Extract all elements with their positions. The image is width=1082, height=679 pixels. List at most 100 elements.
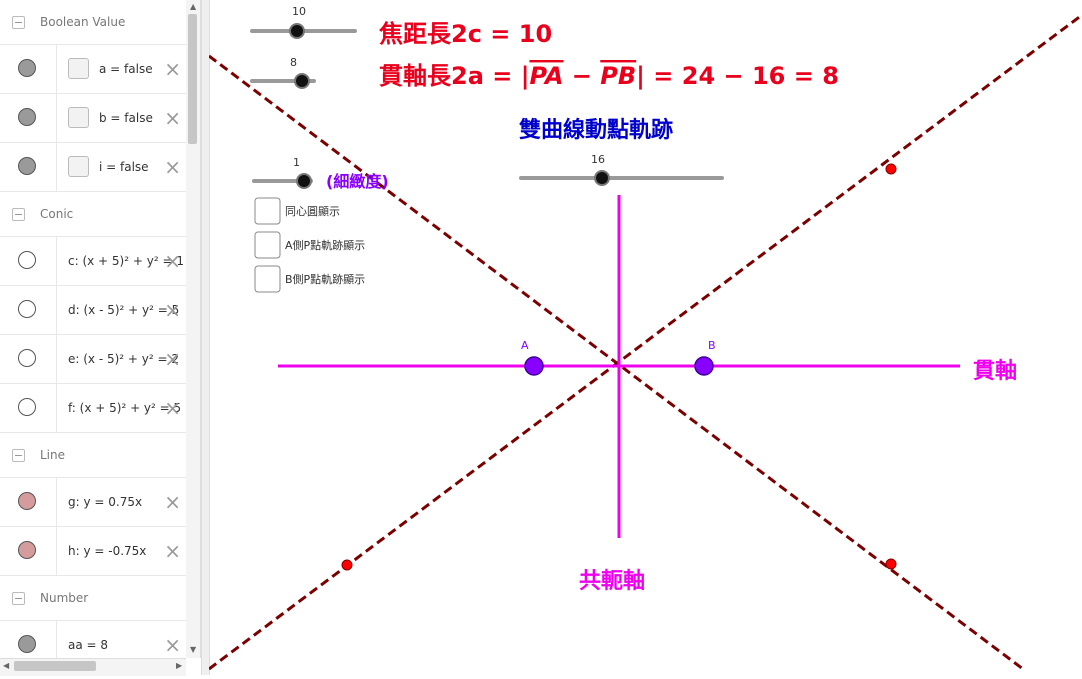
algebra-expression[interactable]: e: (x - 5)² + y² = 2 bbox=[68, 352, 179, 366]
marble-cell bbox=[0, 45, 57, 93]
algebra-item[interactable]: b = false × bbox=[0, 94, 186, 143]
visibility-toggle-icon[interactable] bbox=[18, 541, 36, 559]
segment-pa: PA bbox=[529, 62, 563, 90]
collapse-icon[interactable] bbox=[12, 592, 25, 605]
algebra-item[interactable]: f: (x + 5)² + y² = 5 × bbox=[0, 384, 186, 433]
delete-icon[interactable]: × bbox=[164, 251, 181, 271]
checkbox-a-side-trace-label: A側P點軌跡顯示 bbox=[285, 238, 365, 252]
scroll-left-icon[interactable]: ◀ bbox=[3, 662, 9, 670]
visibility-toggle-icon[interactable] bbox=[18, 300, 36, 318]
delete-icon[interactable]: × bbox=[164, 492, 181, 512]
collapse-icon[interactable] bbox=[12, 449, 25, 462]
checkbox-b-side-trace-label: B側P點軌跡顯示 bbox=[285, 272, 365, 286]
group-name: Number bbox=[40, 591, 89, 605]
asymptote-line-g[interactable] bbox=[208, 13, 1082, 671]
delete-icon[interactable]: × bbox=[164, 157, 181, 177]
delete-icon[interactable]: × bbox=[164, 635, 181, 655]
boolean-checkbox[interactable] bbox=[68, 156, 89, 177]
algebra-item[interactable]: e: (x - 5)² + y² = 2 × bbox=[0, 335, 186, 384]
algebra-expression[interactable]: i = false bbox=[99, 160, 149, 174]
marble-cell bbox=[0, 286, 57, 334]
algebra-item[interactable]: h: y = -0.75x × bbox=[0, 527, 186, 576]
graphics-view[interactable]: A B 10 8 1 16 焦距長2c = 10 貫軸長2a = |PA − P… bbox=[208, 0, 1082, 675]
checkbox-a-side-trace[interactable]: A側P點軌跡顯示 bbox=[254, 231, 365, 259]
checkbox-concentric-circles-label: 同心圓顯示 bbox=[285, 205, 340, 218]
group-header-number[interactable]: Number bbox=[0, 576, 186, 621]
point-b[interactable] bbox=[694, 356, 714, 376]
visibility-toggle-icon[interactable] bbox=[18, 349, 36, 367]
asymptote-point[interactable] bbox=[885, 163, 897, 175]
algebra-view: Boolean Value a = false × b = false × i = fal… bbox=[0, 0, 187, 658]
slider-pa[interactable]: 16 bbox=[519, 153, 724, 186]
algebra-item[interactable]: g: y = 0.75x × bbox=[0, 478, 186, 527]
slider-a-value: 8 bbox=[290, 56, 297, 69]
marble-cell bbox=[0, 94, 57, 142]
marble-cell bbox=[0, 478, 57, 526]
asymptote-point[interactable] bbox=[885, 558, 897, 570]
delete-icon[interactable]: × bbox=[164, 398, 181, 418]
point-a-label: A bbox=[521, 339, 529, 352]
slider-c-value: 10 bbox=[292, 5, 306, 18]
focal-length-text: 焦距長2c = 10 bbox=[379, 20, 552, 48]
point-b-label: B bbox=[708, 339, 716, 352]
group-name: Conic bbox=[40, 207, 74, 221]
slider-fineness-value: 1 bbox=[293, 156, 300, 169]
visibility-toggle-icon[interactable] bbox=[18, 59, 36, 77]
checkbox-concentric-circles[interactable]: 同心圓顯示 bbox=[254, 197, 340, 225]
scroll-up-icon[interactable]: ▲ bbox=[190, 3, 196, 11]
segment-pb: PB bbox=[600, 62, 636, 90]
checkbox-b-side-trace[interactable]: B側P點軌跡顯示 bbox=[254, 265, 365, 293]
algebra-item[interactable]: i = false × bbox=[0, 143, 186, 192]
group-header-conic[interactable]: Conic bbox=[0, 192, 186, 237]
algebra-item[interactable]: a = false × bbox=[0, 45, 186, 94]
group-header-line[interactable]: Line bbox=[0, 433, 186, 478]
visibility-toggle-icon[interactable] bbox=[18, 398, 36, 416]
point-a[interactable] bbox=[524, 356, 544, 376]
visibility-toggle-icon[interactable] bbox=[18, 251, 36, 269]
delete-icon[interactable]: × bbox=[164, 300, 181, 320]
algebra-expression[interactable]: b = false bbox=[99, 111, 153, 125]
delete-icon[interactable]: × bbox=[164, 541, 181, 561]
collapse-icon[interactable] bbox=[12, 16, 25, 29]
delete-icon[interactable]: × bbox=[164, 108, 181, 128]
asymptote-point[interactable] bbox=[341, 559, 353, 571]
slider-pa-value: 16 bbox=[591, 153, 605, 166]
scroll-right-icon[interactable]: ▶ bbox=[176, 662, 182, 670]
marble-cell bbox=[0, 237, 57, 285]
group-header-boolean-value[interactable]: Boolean Value bbox=[0, 0, 186, 45]
boolean-checkbox[interactable] bbox=[68, 58, 89, 79]
visibility-toggle-icon[interactable] bbox=[18, 492, 36, 510]
delete-icon[interactable]: × bbox=[164, 59, 181, 79]
marble-cell bbox=[0, 335, 57, 383]
algebra-expression[interactable]: h: y = -0.75x bbox=[68, 544, 146, 558]
collapse-icon[interactable] bbox=[12, 208, 25, 221]
visibility-toggle-icon[interactable] bbox=[18, 635, 36, 653]
visibility-toggle-icon[interactable] bbox=[18, 108, 36, 126]
algebra-expression[interactable]: aa = 8 bbox=[68, 638, 108, 652]
boolean-checkbox[interactable] bbox=[68, 107, 89, 128]
marble-cell bbox=[0, 143, 57, 191]
slider-fineness[interactable]: 1 bbox=[252, 156, 313, 189]
algebra-expression[interactable]: g: y = 0.75x bbox=[68, 495, 142, 509]
conjugate-axis-label: 共軛軸 bbox=[579, 568, 645, 594]
slider-a[interactable]: 8 bbox=[250, 56, 316, 89]
delete-icon[interactable]: × bbox=[164, 349, 181, 369]
fineness-label: (細緻度) bbox=[326, 172, 389, 191]
vertical-scroll-thumb[interactable] bbox=[188, 14, 197, 144]
marble-cell bbox=[0, 384, 57, 432]
horizontal-scroll-thumb[interactable] bbox=[14, 661, 96, 671]
algebra-item[interactable]: c: (x + 5)² + y² = 1 × bbox=[0, 237, 186, 286]
algebra-item[interactable]: aa = 8 × bbox=[0, 621, 186, 658]
algebra-expression[interactable]: d: (x - 5)² + y² = 5 bbox=[68, 303, 179, 317]
transverse-axis-label: 貫軸 bbox=[973, 358, 1017, 384]
group-name: Boolean Value bbox=[40, 15, 126, 29]
algebra-expression[interactable]: a = false bbox=[99, 62, 153, 76]
visibility-toggle-icon[interactable] bbox=[18, 157, 36, 175]
slider-c[interactable]: 10 bbox=[250, 5, 357, 39]
marble-cell bbox=[0, 621, 57, 658]
page-title: 雙曲線動點軌跡 bbox=[519, 117, 673, 143]
marble-cell bbox=[0, 527, 57, 575]
algebra-item[interactable]: d: (x - 5)² + y² = 5 × bbox=[0, 286, 186, 335]
group-name: Line bbox=[40, 448, 66, 462]
scroll-down-icon[interactable]: ▼ bbox=[190, 646, 196, 654]
